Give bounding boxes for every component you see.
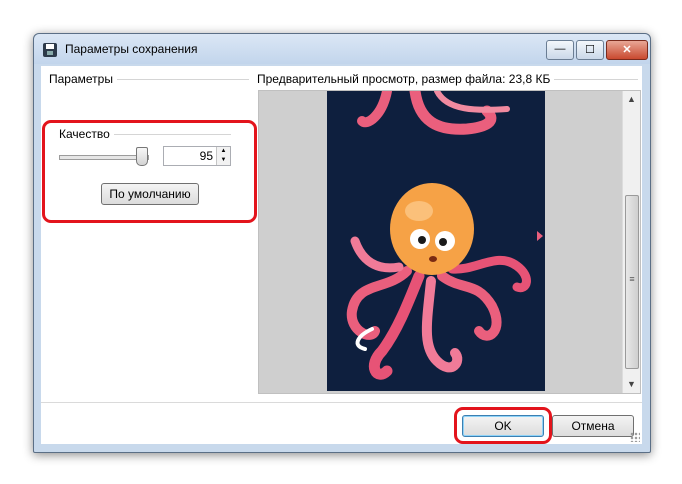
- scroll-down-icon[interactable]: ▼: [623, 376, 640, 393]
- quality-value[interactable]: 95: [200, 149, 213, 163]
- scroll-up-icon[interactable]: ▲: [623, 91, 640, 108]
- preview-pane[interactable]: ▲ ≡ ▼: [258, 90, 641, 394]
- parameters-group-label: Параметры: [49, 72, 117, 86]
- cancel-button[interactable]: Отмена: [552, 415, 634, 437]
- minimize-button[interactable]: —: [546, 40, 574, 60]
- resize-grip-icon[interactable]: [630, 432, 640, 442]
- spin-down-icon[interactable]: ▼: [216, 156, 230, 165]
- maximize-icon: ☐: [585, 44, 595, 56]
- close-button[interactable]: ✕: [606, 40, 648, 60]
- maximize-button[interactable]: ☐: [576, 40, 604, 60]
- scroll-grip-icon: ≡: [629, 274, 635, 284]
- preview-scrollbar[interactable]: ▲ ≡ ▼: [622, 91, 640, 393]
- save-options-dialog: Параметры сохранения — ☐ ✕ Параметры Кач…: [33, 33, 651, 453]
- title-bar[interactable]: Параметры сохранения — ☐ ✕: [34, 34, 650, 64]
- default-button[interactable]: По умолчанию: [101, 183, 199, 205]
- octopus-illustration: [346, 91, 543, 380]
- preview-header-label: Предварительный просмотр, размер файла: …: [257, 72, 555, 86]
- ok-button[interactable]: OK: [462, 415, 544, 437]
- scroll-thumb[interactable]: ≡: [625, 195, 639, 369]
- floppy-disk-icon: [43, 43, 57, 57]
- quality-stepper[interactable]: 95 ▲ ▼: [163, 146, 231, 166]
- window-title: Параметры сохранения: [65, 42, 198, 56]
- spin-up-icon[interactable]: ▲: [216, 147, 230, 156]
- close-icon: ✕: [622, 44, 632, 56]
- quality-slider-thumb[interactable]: [135, 147, 148, 166]
- minimize-icon: —: [554, 43, 566, 55]
- dialog-client-area: Параметры Качество 95 ▲ ▼ По умолчанию П…: [41, 66, 642, 444]
- preview-image: [327, 91, 545, 391]
- quality-label: Качество: [59, 127, 114, 141]
- footer-separator: [41, 402, 642, 403]
